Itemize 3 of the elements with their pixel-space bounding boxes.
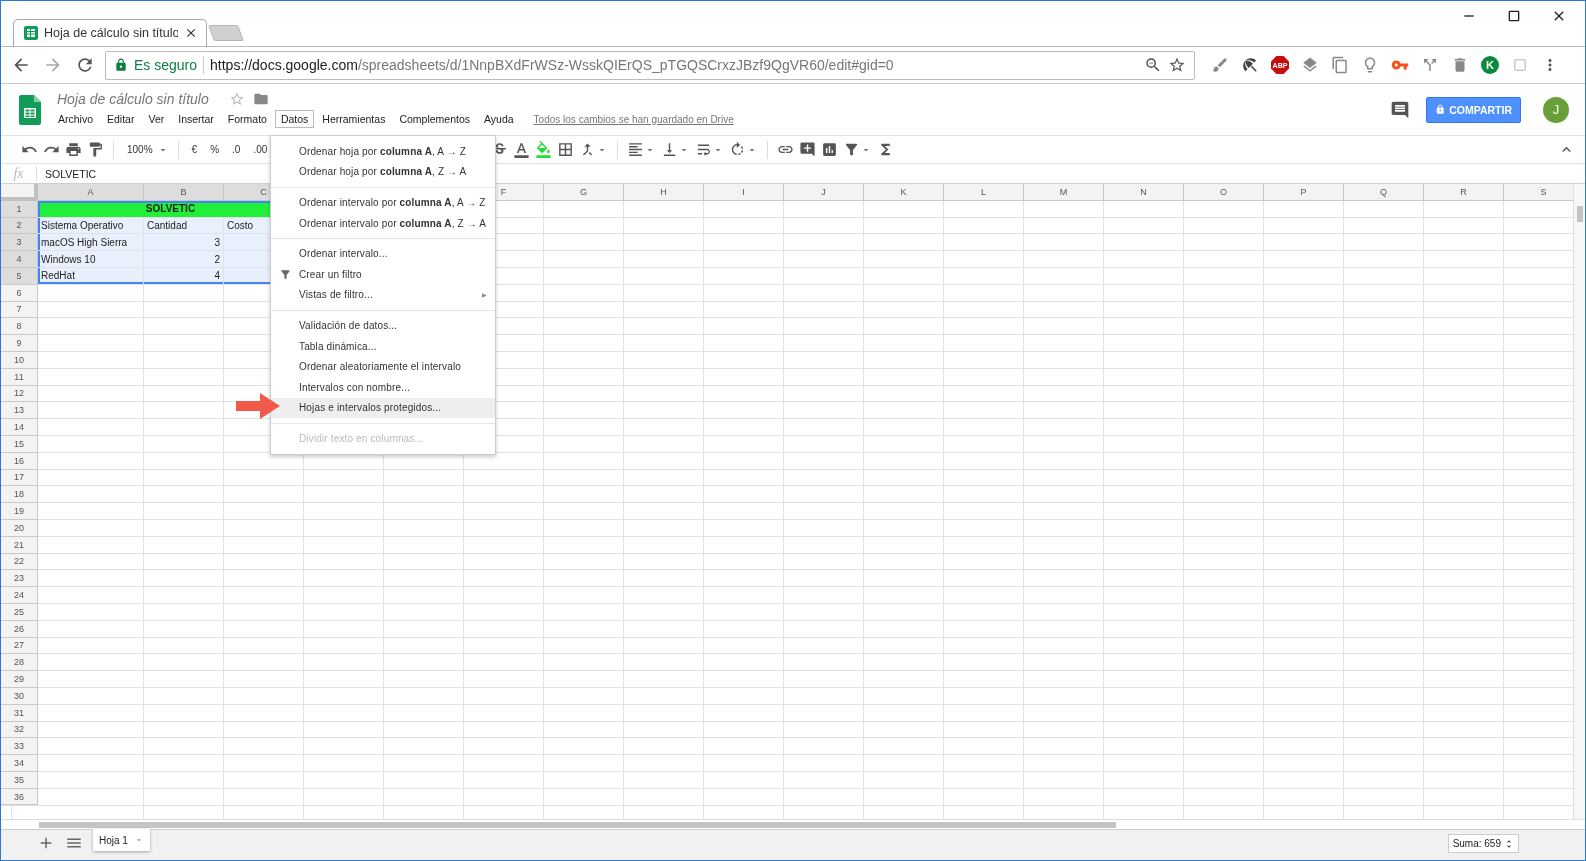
fx-label: fx — [1, 165, 37, 182]
security-label: Es seguro — [134, 57, 198, 73]
url-text: https://docs.google.com/spreadsheets/d/1NnpBXdFrWSz-WsskQIErQS_pTGQSCrxzJBzf9QgVR60/edit#gid=0 — [210, 57, 895, 73]
